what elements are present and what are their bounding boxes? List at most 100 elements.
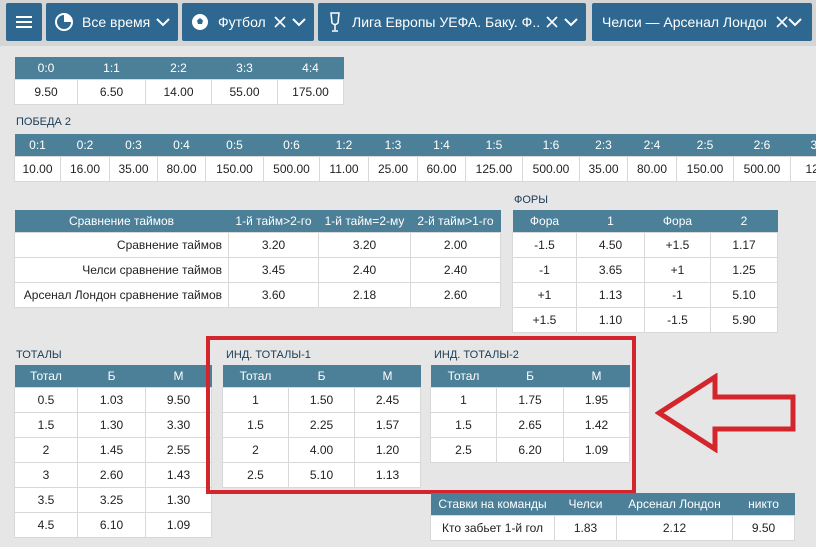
trophy-icon [330, 12, 340, 32]
close-icon[interactable] [776, 16, 788, 28]
odds-cell[interactable]: 3.20 [228, 231, 319, 258]
sport-filter-dropdown[interactable]: Футбол [182, 3, 314, 41]
odds-cell[interactable]: 3.60 [228, 281, 319, 308]
odds-cell[interactable]: 6.50 [77, 78, 146, 105]
column-header: Фора [512, 210, 577, 232]
odds-cell[interactable]: 5.10 [710, 281, 778, 308]
odds-cell[interactable]: 3.45 [228, 256, 319, 283]
clock-icon [55, 13, 73, 31]
odds-cell[interactable]: 4.50 [576, 231, 645, 258]
odds-cell[interactable]: 1.10 [576, 306, 645, 333]
close-icon[interactable] [546, 16, 558, 28]
column-header: 1:1 [77, 57, 146, 79]
odds-cell[interactable]: 35.00 [109, 155, 158, 182]
odds-cell[interactable]: 2.00 [410, 231, 501, 258]
column-header: 1-й тайм=2-му [318, 210, 411, 232]
odds-cell[interactable]: 35.00 [579, 155, 628, 182]
odds-cell[interactable]: 55.00 [211, 78, 278, 105]
odds-cell[interactable]: 2.55 [145, 436, 212, 463]
column-header: 2:4 [627, 134, 677, 156]
odds-cell[interactable]: 1.03 [77, 386, 146, 413]
odds-cell[interactable]: 6.10 [77, 511, 146, 538]
odds-cell[interactable]: 125 [790, 155, 816, 182]
odds-cell[interactable]: 3.25 [77, 486, 146, 513]
chevron-down-icon [292, 18, 306, 27]
odds-cell[interactable]: 500.00 [733, 155, 791, 182]
odds-cell[interactable]: 3.65 [576, 256, 645, 283]
odds-cell[interactable]: 1.17 [710, 231, 778, 258]
odds-cell[interactable]: 1.13 [576, 281, 645, 308]
highlight-box [206, 336, 636, 494]
odds-cell[interactable]: 150.00 [205, 155, 264, 182]
handicap-value: +1.5 [644, 231, 711, 258]
column-header: Сравнение таймов [14, 210, 229, 232]
column-header: 1:5 [465, 134, 523, 156]
total-value: 4.5 [14, 511, 78, 538]
odds-cell[interactable]: 80.00 [157, 155, 206, 182]
column-header: 0:5 [205, 134, 264, 156]
column-header: Фора [644, 210, 711, 232]
odds-cell[interactable]: 9.50 [145, 386, 212, 413]
odds-cell[interactable]: 3.30 [145, 411, 212, 438]
odds-cell[interactable]: 1.30 [77, 411, 146, 438]
handicap-value: +1 [644, 256, 711, 283]
odds-cell[interactable]: 2.18 [318, 281, 411, 308]
odds-cell[interactable]: 3.20 [318, 231, 411, 258]
close-icon[interactable] [274, 16, 286, 28]
column-header: Ставки на команды [430, 493, 555, 515]
win2-table-wrapper: 0:1 0:2 0:3 0:4 0:5 0:6 1:2 1:3 1:4 1:5 … [14, 134, 816, 184]
odds-cell[interactable]: 2.40 [318, 256, 411, 283]
handicap-value: +1 [512, 281, 577, 308]
total-value: 3 [14, 461, 78, 488]
chevron-down-icon [564, 18, 578, 27]
odds-cell[interactable]: 1.83 [554, 514, 617, 541]
odds-cell[interactable]: 125.00 [465, 155, 523, 182]
menu-button[interactable] [6, 3, 42, 41]
odds-cell[interactable]: 2.12 [616, 514, 733, 541]
odds-cell[interactable]: 150.00 [676, 155, 734, 182]
odds-cell[interactable]: 11.00 [319, 155, 369, 182]
odds-cell[interactable]: 9.50 [732, 514, 795, 541]
odds-cell[interactable]: 2.60 [77, 461, 146, 488]
odds-cell[interactable]: 2.60 [410, 281, 501, 308]
column-header: 3: [790, 134, 816, 156]
odds-cell[interactable]: 9.50 [14, 78, 78, 105]
hamburger-icon [16, 16, 32, 28]
odds-cell[interactable]: 1.30 [145, 486, 212, 513]
odds-cell[interactable]: 2.40 [410, 256, 501, 283]
column-header: 2:5 [676, 134, 734, 156]
odds-cell[interactable]: 1.43 [145, 461, 212, 488]
chevron-down-icon [156, 18, 170, 27]
match-filter-dropdown[interactable]: Челси — Арсенал Лондон [592, 3, 812, 41]
odds-cell[interactable]: 5.90 [710, 306, 778, 333]
odds-cell[interactable]: 60.00 [417, 155, 466, 182]
column-header: Челси [554, 493, 617, 515]
column-header: 2 [710, 210, 778, 232]
odds-cell[interactable]: 500.00 [522, 155, 580, 182]
column-header: 1:3 [368, 134, 418, 156]
win2-table: 0:1 0:2 0:3 0:4 0:5 0:6 1:2 1:3 1:4 1:5 … [14, 134, 816, 182]
odds-cell[interactable]: 80.00 [627, 155, 677, 182]
odds-cell[interactable]: 25.00 [368, 155, 418, 182]
column-header: 0:4 [157, 134, 206, 156]
handicap-value: +1.5 [512, 306, 577, 333]
odds-cell[interactable]: 14.00 [145, 78, 212, 105]
odds-cell[interactable]: 10.00 [14, 155, 61, 182]
odds-cell[interactable]: 1.45 [77, 436, 146, 463]
odds-cell[interactable]: 1.09 [145, 511, 212, 538]
handicap-value: -1.5 [644, 306, 711, 333]
time-filter-dropdown[interactable]: Все время [46, 3, 178, 41]
arrow-left-icon [655, 373, 796, 453]
handicaps-table: Фора 1 Фора 2 -1.5 4.50 +1.5 1.17 -1 3.6… [512, 210, 778, 333]
odds-cell[interactable]: 175.00 [277, 78, 344, 105]
odds-cell[interactable]: 500.00 [263, 155, 320, 182]
column-header: Б [77, 365, 146, 387]
odds-cell[interactable]: 16.00 [60, 155, 110, 182]
total-value: 0.5 [14, 386, 78, 413]
league-filter-dropdown[interactable]: Лига Европы УЕФА. Баку. Ф... [318, 3, 586, 41]
column-header: 3:3 [211, 57, 278, 79]
odds-cell[interactable]: 1.25 [710, 256, 778, 283]
league-filter-label: Лига Европы УЕФА. Баку. Ф... [352, 14, 540, 30]
top-filter-bar: Все время Футбол Лига Европы УЕФА. Баку.… [0, 0, 816, 46]
column-header: 2:6 [733, 134, 791, 156]
